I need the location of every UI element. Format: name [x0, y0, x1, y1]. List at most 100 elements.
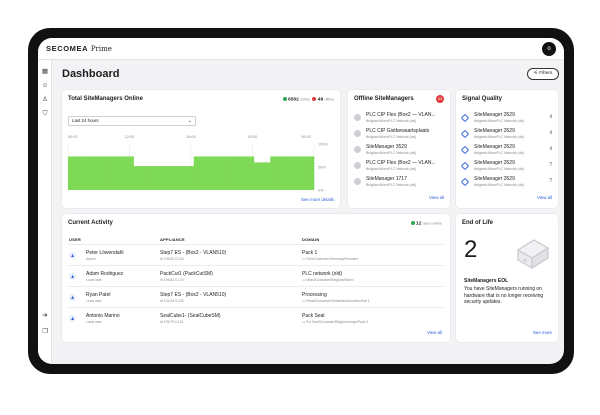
- chart-bar: [133, 166, 140, 190]
- sitemanager-icon: [460, 145, 470, 155]
- domain-path: ▭ Pol Seal/Customer/Belgium/Liege/Pack 3: [302, 320, 368, 324]
- user-role: Admin: [86, 257, 96, 261]
- chart-bar: [242, 156, 249, 190]
- grid-icon[interactable]: ▦: [41, 68, 49, 76]
- chart-bar: [95, 156, 102, 190]
- help-icon: ?: [549, 178, 552, 184]
- current-activity-card: Current Activity 12 users online USER AP…: [62, 214, 450, 342]
- table-row[interactable]: ♟ Ryan Patel Local user Step7 ES - (Box2 - …: [68, 286, 444, 308]
- signal-item-path: Belgium/Aiken/PLC Network (old): [474, 167, 525, 171]
- chart-bar: [270, 156, 277, 190]
- offline-item-path: Belgium/Aiken/PLC Network (old): [366, 167, 417, 171]
- chart-bar: [215, 156, 222, 190]
- table-row[interactable]: ♟ Adam Rodriguez Local user PackCut1 (PackC…: [68, 265, 444, 287]
- total-card-title: Total SiteManagers Online: [68, 96, 143, 102]
- signal-list-item[interactable]: SiteManager 3529 Belgium/Aiken/PLC Networ…: [460, 176, 552, 190]
- offline-item-path: Belgium/Aiken/PLC Network (old): [366, 135, 417, 139]
- offline-view-all-link[interactable]: View all: [429, 195, 444, 200]
- chart-bar: [210, 156, 216, 190]
- chart-bar: [253, 162, 260, 190]
- offline-item-path: Belgium/Aiken/PLC Network (old): [366, 151, 417, 155]
- offline-list-item[interactable]: SiteManager 3529 Belgium/Aiken/PLC Networ…: [354, 144, 444, 158]
- shield-icon[interactable]: ⛉: [41, 110, 49, 118]
- offline-label: offline: [324, 97, 334, 102]
- table-row[interactable]: ♟ Antonio Marino Local user SealCube1- (Sea…: [68, 307, 444, 329]
- see-more-details-link[interactable]: See more details: [301, 197, 334, 202]
- activity-view-all-link[interactable]: View all: [427, 330, 442, 335]
- signal-item-path: Belgium/Aiken/PLC Network (old): [474, 135, 525, 139]
- chart-bar: [248, 156, 255, 190]
- activity-card-title: Current Activity: [68, 220, 113, 226]
- brand-logo[interactable]: SECOMEA Prime: [46, 44, 112, 53]
- offline-list-item[interactable]: SiteManager 1717 Belgium/Aiken/PLC Networ…: [354, 176, 444, 190]
- chart-bar: [106, 156, 113, 190]
- copy-icon[interactable]: ❐: [41, 328, 49, 336]
- offline-list-item[interactable]: PLC CIP Gistbewaartsplaats Belgium/Aiken/…: [354, 128, 444, 142]
- offline-status-icon: [354, 162, 361, 169]
- chart-bar: [199, 156, 205, 190]
- signal-list-item[interactable]: SiteManager 3529 Belgium/Aiken/PLC Networ…: [460, 144, 553, 158]
- domain-path: ▭ Mbed/Customer/Belgium/Aiken/: [302, 278, 354, 282]
- online-chart: 00:00 12:00 18:00 00:00 06:00 100% 50% 0%: [67, 135, 328, 193]
- filters-button[interactable]: ⚟ Filters: [527, 68, 559, 80]
- signal-bars-icon: ıl: [549, 130, 553, 136]
- users-online-count: 12: [415, 221, 422, 227]
- app-screen: SECOMEA Prime o ▦ ☺ ♙ ⛉ ➜ ❐ Dashboard ⚟ …: [38, 38, 564, 364]
- appliance-ip: ⊕ 195.79.0.151: [160, 320, 184, 324]
- offline-dot: [312, 97, 317, 101]
- offline-list-item[interactable]: PLC CIP Flex (Box2 — VLAN... Belgium/Aike…: [354, 160, 444, 174]
- filter-icon: ⚟: [533, 71, 538, 76]
- appliance-ip: ⊕ 132.54.9.232: [160, 299, 184, 303]
- appliance-ip-value: 195.79.0.151: [163, 320, 184, 324]
- signal-list-item[interactable]: SiteManager 3529 Belgium/Aiken/PLC Networ…: [460, 128, 553, 142]
- signal-item-path: Belgium/Aiken/PLC Network (old): [474, 119, 525, 123]
- total-sitemanagers-card: Total SiteManagers Online 6502 online 48…: [62, 90, 340, 208]
- signal-view-all-link[interactable]: View all: [537, 195, 552, 200]
- chart-bar: [100, 156, 107, 190]
- eol-count: 2: [464, 236, 478, 263]
- signal-item-name: SiteManager 3529: [474, 144, 515, 150]
- users-online-summary: 12 users online: [410, 221, 442, 227]
- chart-bar: [204, 156, 211, 190]
- product-name: Prime: [90, 45, 112, 53]
- chevron-down-icon: ⌄: [187, 118, 192, 124]
- sitemanager-icon: [460, 113, 470, 123]
- table-row[interactable]: ♟ Peter Löwendahl Admin Step7 ES - (Box2 - …: [68, 244, 444, 266]
- signal-bars-icon: ıl: [549, 114, 553, 120]
- offline-card-title: Offline SiteManagers: [354, 96, 414, 102]
- avatar[interactable]: o: [542, 42, 556, 56]
- chart-bar: [171, 166, 178, 190]
- signal-list-item[interactable]: SiteManager 3529 Belgium/Aiken/PLC Networ…: [460, 112, 553, 126]
- x-tick-label: 00:00: [248, 135, 258, 139]
- signal-card-title: Signal Quality: [462, 96, 503, 102]
- user-name: Peter Löwendahl: [86, 250, 124, 256]
- offline-list-item[interactable]: PLC CIP Flex (Box2 — VLAN... Belgium/Aike…: [354, 112, 444, 126]
- filters-label: Filters: [539, 71, 553, 76]
- users-icon[interactable]: ☺: [41, 82, 49, 90]
- signal-item-name: SiteManager 3529: [474, 112, 515, 118]
- sidebar: ▦ ☺ ♙ ⛉ ➜ ❐: [38, 60, 52, 364]
- offline-item-name: PLC CIP Gistbewaartsplaats: [366, 128, 430, 134]
- signal-item-path: Belgium/Aiken/PLC Network (old): [474, 183, 525, 187]
- signal-bars-icon: ıl: [549, 146, 553, 152]
- folder-icon: ▭: [302, 278, 306, 282]
- column-header-user: USER: [69, 237, 81, 242]
- column-header-domain: DOMAIN: [302, 237, 320, 242]
- folder-icon: ▭: [302, 257, 306, 261]
- eol-subtitle: SiteManagers EOL: [464, 278, 509, 284]
- chart-bar: [237, 156, 244, 190]
- user-name: Antonio Marino: [86, 313, 120, 319]
- user-gear-icon[interactable]: ♙: [41, 96, 49, 104]
- appliance-ip-value: 195.82.0.174: [163, 278, 184, 282]
- eol-see-more-link[interactable]: See more: [533, 330, 552, 335]
- chart-bar: [232, 156, 238, 190]
- time-range-select[interactable]: Last 24 hours ⌄: [68, 116, 196, 126]
- chart-bar: [84, 156, 91, 190]
- chart-bar: [275, 156, 282, 190]
- signal-list-item[interactable]: SiteManager 3529 Belgium/Aiken/PLC Networ…: [460, 160, 552, 174]
- logout-icon[interactable]: ➜: [41, 312, 49, 320]
- appliance-name: PackCut1 (PackCutSM): [160, 271, 213, 277]
- online-offline-summary: 6502 online 48 offline: [282, 97, 334, 102]
- ip-icon: ⊕: [160, 320, 163, 324]
- chart-bar: [292, 156, 298, 190]
